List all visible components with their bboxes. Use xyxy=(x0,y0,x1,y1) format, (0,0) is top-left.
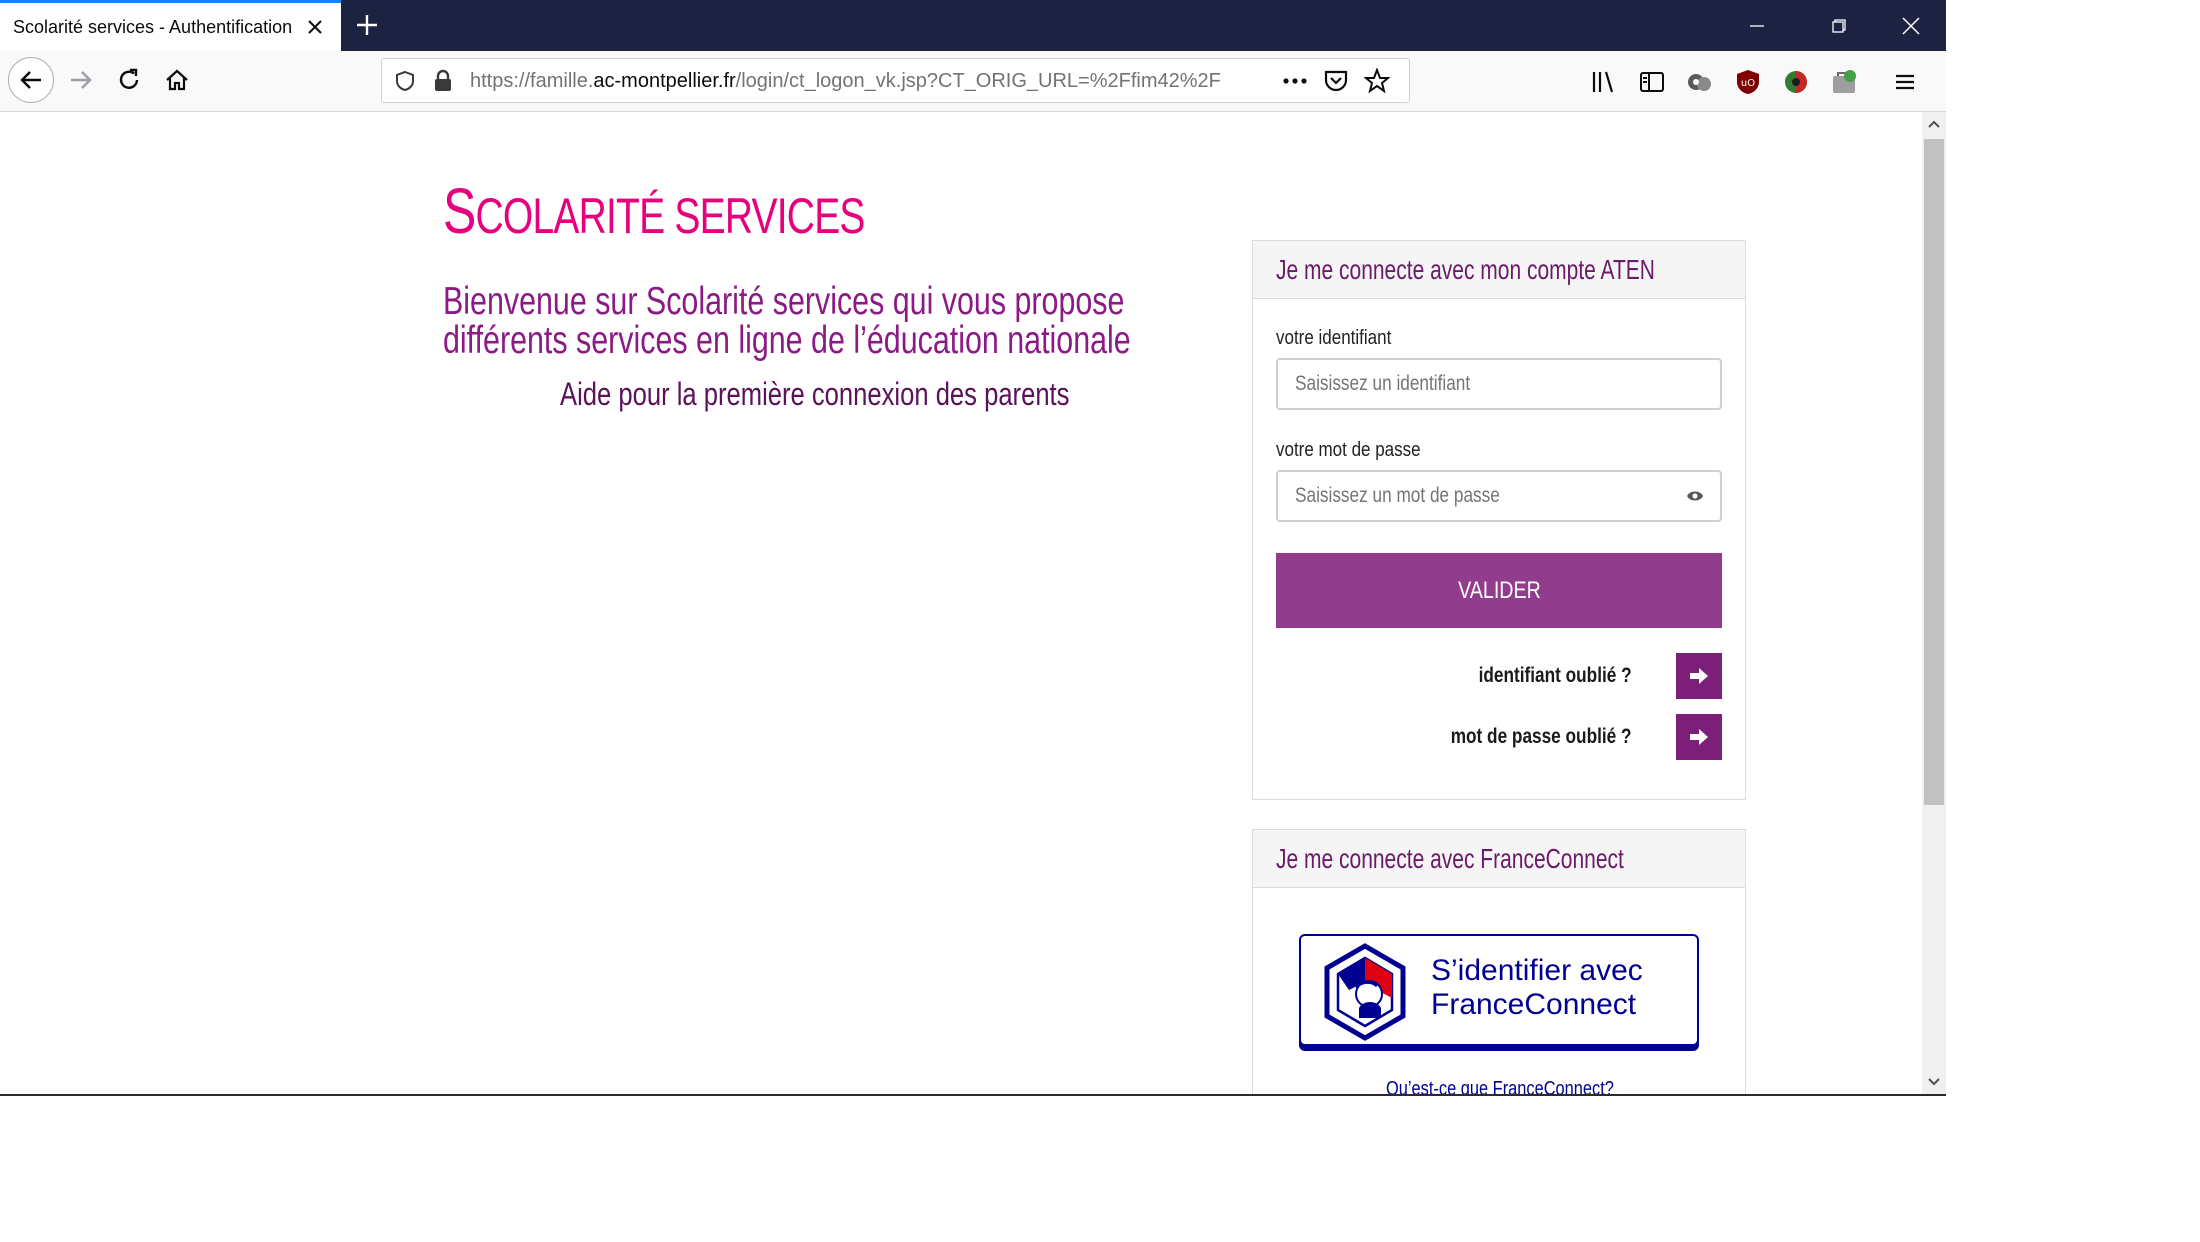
welcome-line: différents services en ligne de l’éducat… xyxy=(443,319,1131,362)
window-bottom-edge xyxy=(0,1094,1946,1096)
extension-icon[interactable] xyxy=(1779,65,1813,99)
scrollbar-thumb[interactable] xyxy=(1924,139,1944,805)
extension-icon[interactable] xyxy=(1827,65,1861,99)
aten-login-panel: Je me connecte avec mon compte ATEN votr… xyxy=(1252,240,1746,800)
help-link[interactable]: Aide pour la première connexion des pare… xyxy=(560,376,1069,413)
arrow-right-icon[interactable] xyxy=(58,57,104,103)
reload-icon[interactable] xyxy=(106,57,152,103)
franceconnect-panel: Je me connecte avec FranceConnect S’iden… xyxy=(1252,829,1746,1094)
more-icon[interactable] xyxy=(1282,71,1308,96)
site-title: SCOLARITÉ SERVICES xyxy=(443,175,865,247)
navigation-bar: https://famille.ac-montpellier.fr/login/… xyxy=(0,51,1946,112)
plus-icon[interactable] xyxy=(352,10,382,40)
tab-title: Scolarité services - Authentification xyxy=(13,16,293,37)
url-text[interactable]: https://famille.ac-montpellier.fr/login/… xyxy=(470,70,1240,93)
hamburger-icon[interactable] xyxy=(1888,65,1922,99)
lock-icon[interactable] xyxy=(432,69,454,98)
chevron-down-icon[interactable] xyxy=(1922,1070,1946,1094)
forgot-identifier-row[interactable]: identifiant oublié ? xyxy=(1445,653,1722,699)
arrow-right-icon[interactable] xyxy=(1676,714,1722,760)
franceconnect-button-text: S’identifier avec FranceConnect xyxy=(1431,954,1643,1021)
library-icon[interactable] xyxy=(1587,65,1621,99)
franceconnect-logo-icon xyxy=(1324,943,1406,1041)
minimize-button[interactable] xyxy=(1722,0,1792,51)
tab-active[interactable]: Scolarité services - Authentification xyxy=(0,0,341,51)
extension-icon[interactable] xyxy=(1683,65,1717,99)
pocket-icon[interactable] xyxy=(1323,69,1349,98)
welcome-line: Bienvenue sur Scolarité services qui vou… xyxy=(443,280,1125,323)
password-input[interactable]: Saisissez un mot de passe xyxy=(1276,470,1722,522)
password-label: votre mot de passe xyxy=(1276,439,1421,461)
arrow-left-icon[interactable] xyxy=(8,57,54,103)
arrow-right-icon[interactable] xyxy=(1676,653,1722,699)
svg-text:uO: uO xyxy=(1741,78,1755,89)
identifier-input[interactable]: Saisissez un identifiant xyxy=(1276,358,1722,410)
panel-header: Je me connecte avec mon compte ATEN xyxy=(1253,241,1745,299)
page-content: SCOLARITÉ SERVICES Bienvenue sur Scolari… xyxy=(0,112,1946,1094)
browser-window: Scolarité services - Authentification ht… xyxy=(0,0,1946,1094)
tab-bar: Scolarité services - Authentification xyxy=(0,0,1946,51)
eye-icon[interactable] xyxy=(1686,489,1704,503)
welcome-message: Bienvenue sur Scolarité services qui vou… xyxy=(443,280,1131,362)
identifier-label: votre identifiant xyxy=(1276,327,1392,349)
forgot-password-link[interactable]: mot de passe oublié ? xyxy=(1451,725,1632,749)
forgot-identifier-link[interactable]: identifiant oublié ? xyxy=(1479,664,1632,688)
chevron-up-icon[interactable] xyxy=(1922,112,1946,136)
close-window-button[interactable] xyxy=(1876,0,1946,51)
ublock-icon[interactable]: uO xyxy=(1731,65,1765,99)
shield-icon[interactable] xyxy=(394,70,416,97)
panel-header: Je me connecte avec FranceConnect xyxy=(1253,830,1745,888)
close-icon[interactable] xyxy=(303,15,327,39)
forgot-password-row[interactable]: mot de passe oublié ? xyxy=(1411,714,1722,760)
franceconnect-button[interactable]: S’identifier avec FranceConnect xyxy=(1299,934,1699,1046)
sidebar-icon[interactable] xyxy=(1635,65,1669,99)
panel-title: Je me connecte avec FranceConnect xyxy=(1276,842,1624,874)
star-icon[interactable] xyxy=(1363,67,1391,99)
vertical-scrollbar[interactable] xyxy=(1922,112,1946,1094)
restore-button[interactable] xyxy=(1804,0,1874,51)
submit-button[interactable]: VALIDER xyxy=(1276,553,1722,628)
franceconnect-info-link[interactable]: Qu’est-ce que FranceConnect? xyxy=(1253,1078,1747,1094)
url-bar[interactable]: https://famille.ac-montpellier.fr/login/… xyxy=(381,58,1410,103)
home-icon[interactable] xyxy=(154,57,200,103)
panel-title: Je me connecte avec mon compte ATEN xyxy=(1276,253,1655,285)
